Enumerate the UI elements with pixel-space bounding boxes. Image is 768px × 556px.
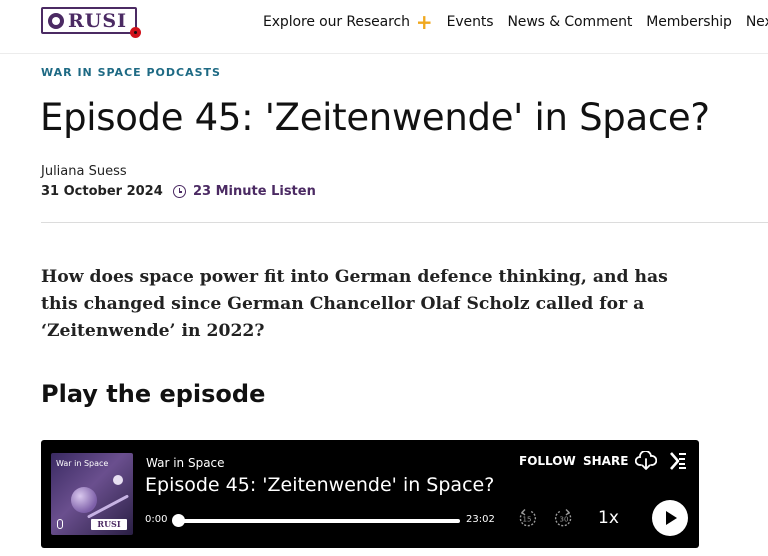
share-button[interactable]: SHARE [583,454,628,468]
cover-rusi-logo: RUSI [91,519,127,530]
author-link[interactable]: Juliana Suess [41,164,127,179]
page-title: Episode 45: 'Zeitenwende' in Space? [40,96,710,139]
forward-30-icon[interactable]: 30 [554,508,574,528]
nav-events[interactable]: Events [447,14,494,30]
episode-title: Episode 45: 'Zeitenwende' in Space? [145,474,495,496]
nav-explore-research[interactable]: Explore our Research [263,14,410,30]
nav-nextgen[interactable]: NextGen [746,14,768,30]
forward-seconds: 30 [560,516,569,524]
player-brand-icon[interactable] [668,451,688,471]
show-name[interactable]: War in Space [146,456,225,470]
nav-membership[interactable]: Membership [646,14,732,30]
moon-icon [113,475,123,485]
category-link[interactable]: WAR IN SPACE PODCASTS [41,66,221,79]
rewind-15-icon[interactable]: 15 [517,508,537,528]
cover-title: War in Space [56,459,109,468]
plus-icon[interactable]: + [416,12,433,32]
follow-button[interactable]: FOLLOW [519,454,576,468]
site-header: RUSI Explore our Research + Events News … [0,0,768,54]
publish-date: 31 October 2024 [41,184,163,199]
microphone-icon [57,519,63,529]
main-nav: Explore our Research + Events News & Com… [263,12,768,32]
nav-news-comment[interactable]: News & Comment [507,14,632,30]
listen-duration: 23 Minute Listen [173,184,316,199]
scrub-bar[interactable] [177,519,460,523]
poppy-icon [130,27,141,38]
time-elapsed: 0:00 [145,514,168,525]
play-episode-heading: Play the episode [41,380,266,408]
play-button[interactable] [652,500,688,536]
planet-icon [71,487,97,513]
clock-icon [173,185,186,198]
logo-text: RUSI [68,10,127,32]
divider [41,222,768,223]
download-icon[interactable] [635,451,657,471]
crest-icon [48,13,64,29]
podcast-cover-art: War in Space RUSI [51,453,133,535]
podcast-player: War in Space RUSI War in Space Episode 4… [41,440,699,548]
article-lede: How does space power fit into German def… [41,267,668,341]
listen-duration-label: 23 Minute Listen [193,184,316,199]
playback-speed-button[interactable]: 1x [598,508,619,528]
rusi-logo[interactable]: RUSI [41,7,141,38]
time-total: 23:02 [466,514,495,525]
scrub-handle[interactable] [172,514,185,527]
logo-frame: RUSI [41,7,137,34]
rewind-seconds: 15 [523,516,532,524]
